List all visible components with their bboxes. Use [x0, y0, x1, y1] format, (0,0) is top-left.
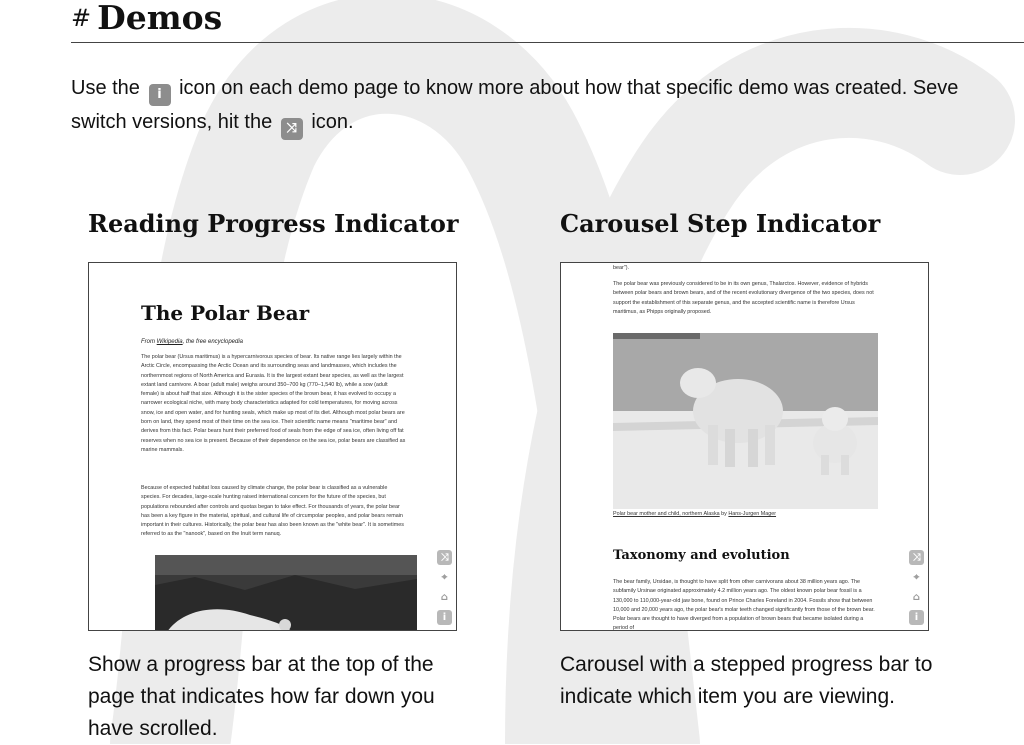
article-source: From Wikipedia, the free encyclopedia: [141, 339, 244, 345]
demo-description: Show a progress bar at the top of the pa…: [88, 653, 435, 740]
article-paragraph: The bear family, Ursidae, is thought to …: [613, 579, 875, 631]
article-paragraph: The polar bear was previously considered…: [613, 281, 874, 315]
author-link[interactable]: Hans-Jurgen Mager: [728, 511, 776, 517]
info-icon[interactable]: i: [437, 610, 452, 625]
intro-text: Use the i icon on each demo page to know…: [71, 72, 1024, 140]
shuffle-icon: ⤨: [280, 118, 303, 140]
image-caption: Polar bear mother and child, northern Al…: [613, 511, 777, 517]
demo-description: Carousel with a stepped progress bar to …: [560, 653, 933, 708]
home-icon[interactable]: ⌂: [437, 590, 452, 605]
carousel-image[interactable]: [613, 333, 878, 509]
info-icon[interactable]: i: [909, 610, 924, 625]
caption-link[interactable]: Polar bear mother and child, northern Al…: [613, 511, 720, 517]
page-title: Demos: [97, 0, 223, 37]
shuffle-icon[interactable]: ⤨: [437, 550, 452, 565]
article-paragraph: Because of expected habitat loss caused …: [141, 485, 404, 538]
article-paragraph: The polar bear (Ursus maritimus) is a hy…: [141, 354, 406, 453]
wikipedia-link[interactable]: Wikipedia: [157, 339, 183, 345]
shuffle-icon[interactable]: ⤨: [909, 550, 924, 565]
carousel-step-progress-bar: [613, 333, 701, 339]
polar-bear-photo: [155, 555, 417, 630]
demo-title-carousel-step[interactable]: Carousel Step Indicator: [560, 209, 880, 238]
demo-preview-reading-progress[interactable]: The Polar Bear From Wikipedia, the free …: [88, 262, 457, 631]
page-heading: # Demos: [71, 0, 222, 37]
cursor-icon[interactable]: ⌖: [909, 570, 924, 585]
info-icon: i: [148, 84, 171, 106]
article-fragment: bear").: [613, 265, 629, 271]
demo-preview-carousel-step[interactable]: bear"). The polar bear was previously co…: [560, 262, 929, 631]
heading-divider: [71, 42, 1024, 43]
cursor-icon[interactable]: ⌖: [437, 570, 452, 585]
home-icon[interactable]: ⌂: [909, 590, 924, 605]
anchor-hash[interactable]: #: [71, 4, 91, 32]
section-title: Taxonomy and evolution: [613, 548, 790, 563]
demo-title-reading-progress[interactable]: Reading Progress Indicator: [88, 209, 459, 238]
article-title: The Polar Bear: [141, 301, 310, 325]
